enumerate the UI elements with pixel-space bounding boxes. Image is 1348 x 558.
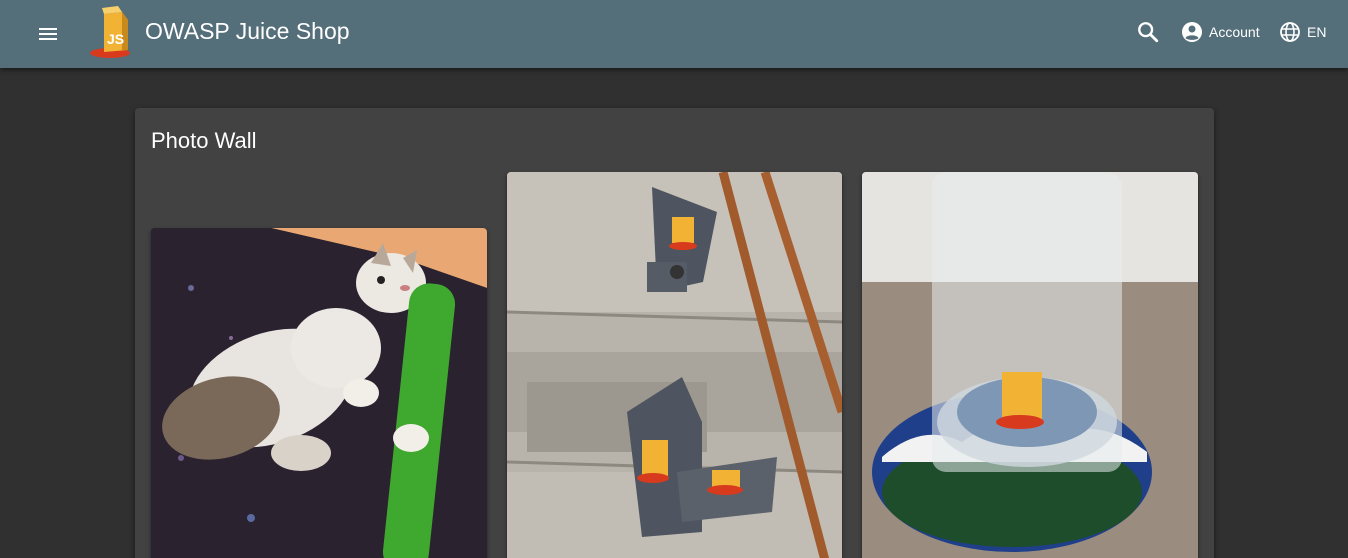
language-label: EN <box>1307 24 1327 40</box>
search-icon <box>1138 22 1159 43</box>
photo-cat[interactable] <box>151 228 487 558</box>
top-toolbar: JS OWASP Juice Shop Account EN <box>0 0 1348 68</box>
photo-stickers-brackets[interactable] <box>507 172 842 558</box>
app-title[interactable]: OWASP Juice Shop <box>145 18 350 45</box>
menu-icon <box>39 28 57 40</box>
language-button[interactable]: EN <box>1278 18 1326 46</box>
search-button[interactable] <box>1134 18 1162 46</box>
svg-text:JS: JS <box>107 31 124 47</box>
photo-wall-title: Photo Wall <box>151 128 257 153</box>
account-label: Account <box>1209 24 1260 40</box>
photo-glass-coaster[interactable] <box>862 172 1198 558</box>
photo-wall-card: Photo Wall <box>135 108 1214 558</box>
juice-shop-logo[interactable]: JS <box>88 4 140 60</box>
account-button[interactable]: Account <box>1180 18 1260 46</box>
menu-button[interactable] <box>30 16 66 52</box>
account-circle-icon <box>1182 22 1202 42</box>
globe-icon <box>1280 22 1300 42</box>
